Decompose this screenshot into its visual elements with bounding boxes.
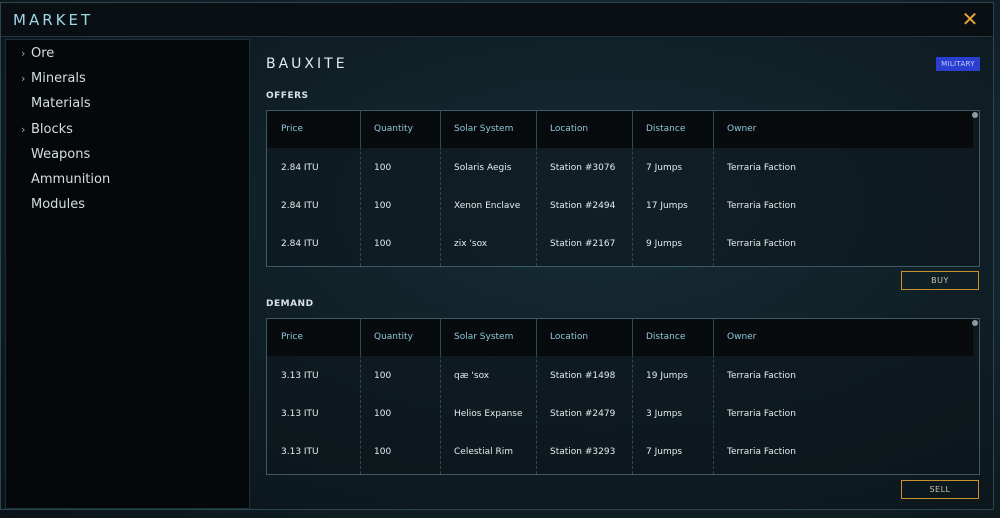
demand-table: Price Quantity Solar System Location Distanc…	[266, 318, 980, 475]
header-divider	[536, 111, 537, 148]
cell-location: Station #3076	[550, 163, 616, 173]
column-header-solar-system[interactable]: Solar System	[440, 111, 536, 148]
cell-quantity: 100	[374, 239, 392, 249]
cell-location: Station #2167	[550, 239, 616, 249]
sell-button[interactable]: SELL	[901, 480, 979, 499]
cell-quantity: 100	[374, 409, 392, 419]
cell-distance: 19 Jumps	[646, 371, 688, 381]
category-label: Blocks	[31, 121, 73, 137]
table-row[interactable]: 3.13 ITU 100 Celestial Rim Station #3293 7 J…	[267, 444, 973, 460]
category-materials[interactable]: Materials	[6, 94, 246, 116]
column-header-location[interactable]: Location	[536, 319, 632, 356]
cell-price: 3.13 ITU	[281, 447, 319, 457]
title-bar: MARKET ✕	[1, 3, 993, 37]
cell-price: 3.13 ITU	[281, 409, 319, 419]
close-icon[interactable]: ✕	[959, 8, 981, 30]
cell-owner: Terraria Faction	[727, 447, 796, 457]
table-row[interactable]: 3.13 ITU 100 qæ 'sox Station #1498 19 Jumps T…	[267, 368, 973, 384]
cell-quantity: 100	[374, 201, 392, 211]
header-divider	[440, 111, 441, 148]
offers-label: OFFERS	[266, 91, 309, 101]
cell-distance: 17 Jumps	[646, 201, 688, 211]
header-divider	[440, 319, 441, 356]
cell-distance: 9 Jumps	[646, 239, 683, 249]
cell-price: 2.84 ITU	[281, 239, 319, 249]
offers-table: Price Quantity Solar System Location Distanc…	[266, 110, 980, 267]
column-header-quantity[interactable]: Quantity	[360, 111, 440, 148]
scrollbar-thumb[interactable]	[972, 112, 978, 118]
cell-quantity: 100	[374, 447, 392, 457]
header-divider	[536, 319, 537, 356]
header-divider	[360, 319, 361, 356]
buy-button[interactable]: BUY	[901, 271, 979, 290]
scrollbar-thumb[interactable]	[972, 320, 978, 326]
category-modules[interactable]: Modules	[6, 195, 246, 217]
category-label: Modules	[31, 197, 86, 213]
cell-quantity: 100	[374, 371, 392, 381]
cell-solar-system: Celestial Rim	[454, 447, 513, 457]
cell-solar-system: zix 'sox	[454, 239, 488, 249]
cell-distance: 7 Jumps	[646, 163, 683, 173]
cell-solar-system: Solaris Aegis	[454, 163, 512, 173]
category-label: Ore	[31, 46, 55, 61]
cell-owner: Terraria Faction	[727, 163, 796, 173]
cell-solar-system: Xenon Enclave	[454, 201, 521, 211]
table-row[interactable]: 2.84 ITU 100 zix 'sox Station #2167 9 Jumps T…	[267, 236, 973, 252]
cell-location: Station #2479	[550, 409, 616, 419]
cell-price: 3.13 ITU	[281, 371, 319, 381]
cell-owner: Terraria Faction	[727, 371, 796, 381]
header-divider	[632, 111, 633, 148]
column-header-price[interactable]: Price	[267, 319, 360, 356]
table-row[interactable]: 2.84 ITU 100 Solaris Aegis Station #3076 7 J…	[267, 160, 973, 176]
chevron-right-icon: ›	[21, 72, 26, 86]
cell-price: 2.84 ITU	[281, 163, 319, 173]
cell-distance: 3 Jumps	[646, 409, 683, 419]
window-title: MARKET	[13, 11, 94, 29]
category-blocks[interactable]: › Blocks	[6, 120, 246, 142]
cell-solar-system: qæ 'sox	[454, 371, 490, 381]
column-header-price[interactable]: Price	[267, 111, 360, 148]
column-header-distance[interactable]: Distance	[632, 319, 713, 356]
cell-location: Station #2494	[550, 201, 616, 211]
category-sidebar: › Ore › Minerals Materials › Blocks Weapons Ammu…	[5, 39, 250, 509]
military-badge: MILITARY	[936, 57, 980, 71]
market-window: MARKET ✕ › Ore › Minerals Materials › Blocks We…	[0, 2, 994, 510]
header-divider	[632, 319, 633, 356]
column-header-location[interactable]: Location	[536, 111, 632, 148]
category-ammunition[interactable]: Ammunition	[6, 170, 246, 192]
column-header-distance[interactable]: Distance	[632, 111, 713, 148]
item-title: BAUXITE	[266, 56, 348, 72]
cell-owner: Terraria Faction	[727, 409, 796, 419]
column-header-owner[interactable]: Owner	[713, 319, 813, 356]
table-row[interactable]: 3.13 ITU 100 Helios Expanse Station #2479 3 …	[267, 406, 973, 422]
market-detail-panel: BAUXITE MILITARY OFFERS Price Quantity Sol…	[251, 39, 993, 509]
chevron-right-icon: ›	[21, 47, 26, 60]
cell-owner: Terraria Faction	[727, 201, 796, 211]
category-ore[interactable]: › Ore	[6, 44, 246, 66]
category-label: Minerals	[31, 71, 86, 87]
cell-quantity: 100	[374, 163, 392, 173]
header-divider	[360, 111, 361, 148]
category-label: Weapons	[31, 146, 91, 162]
cell-location: Station #1498	[550, 371, 616, 381]
cell-owner: Terraria Faction	[727, 239, 796, 249]
category-minerals[interactable]: › Minerals	[6, 69, 246, 91]
header-divider	[713, 111, 714, 148]
column-header-quantity[interactable]: Quantity	[360, 319, 440, 356]
cell-solar-system: Helios Expanse	[454, 409, 523, 419]
cell-price: 2.84 ITU	[281, 201, 319, 211]
cell-distance: 7 Jumps	[646, 447, 683, 457]
category-label: Ammunition	[31, 172, 111, 187]
header-divider	[713, 319, 714, 356]
demand-label: DEMAND	[266, 299, 314, 309]
category-label: Materials	[31, 96, 91, 112]
cell-location: Station #3293	[550, 447, 616, 457]
table-row[interactable]: 2.84 ITU 100 Xenon Enclave Station #2494 17 …	[267, 198, 973, 214]
chevron-right-icon: ›	[21, 122, 26, 136]
column-header-solar-system[interactable]: Solar System	[440, 319, 536, 356]
column-header-owner[interactable]: Owner	[713, 111, 813, 148]
category-weapons[interactable]: Weapons	[6, 145, 246, 167]
